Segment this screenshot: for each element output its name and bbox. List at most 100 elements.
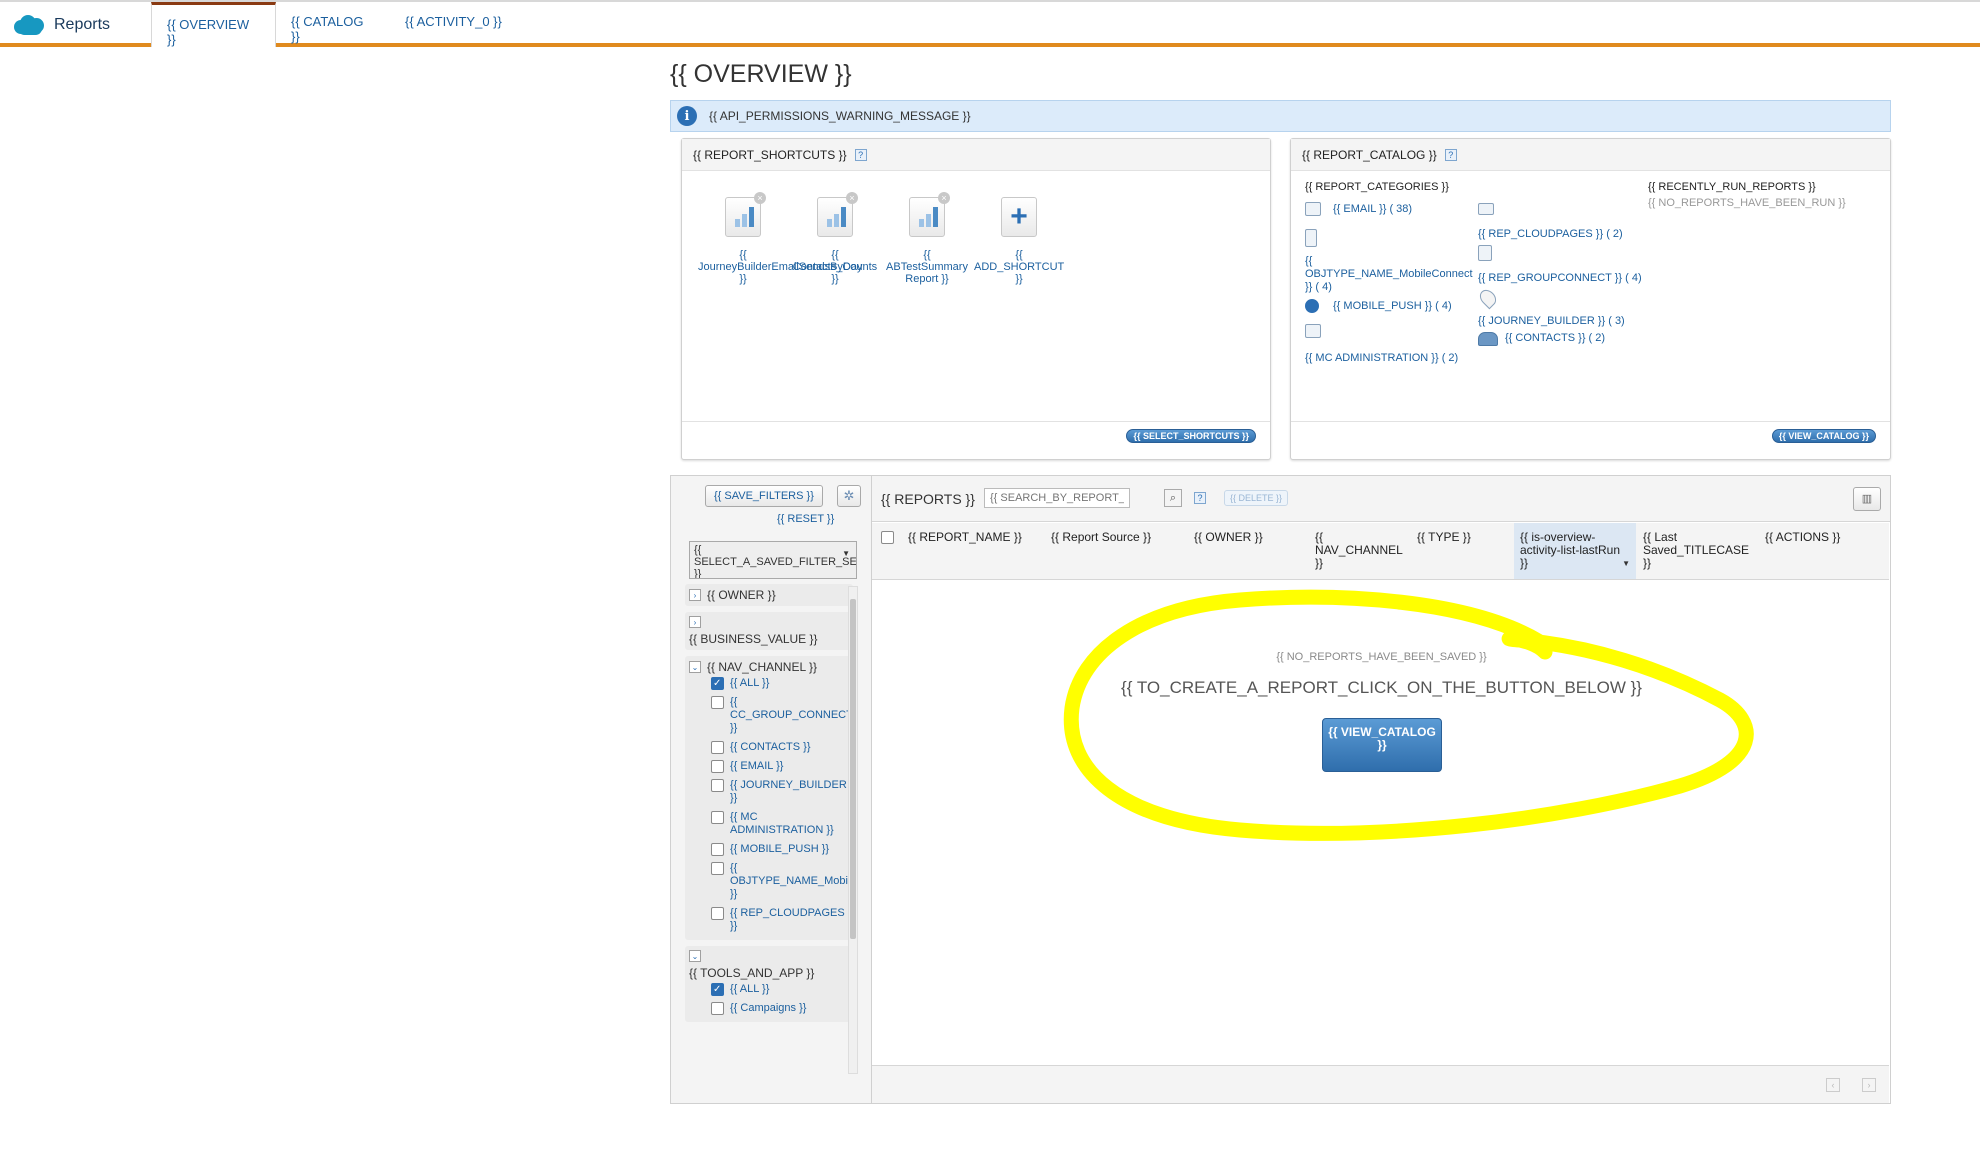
top-nav: Reports {{ OVERVIEW }} {{ CATALOG }} {{ … [0,0,1980,47]
col-last-saved[interactable]: {{ Last Saved_TITLECASE }} [1643,531,1755,570]
catalog-title: {{ REPORT_CATALOG }} [1302,147,1437,162]
checkbox[interactable] [711,843,724,856]
remove-shortcut-icon[interactable]: × [938,192,950,204]
checkbox[interactable] [711,862,724,875]
bar-chart-icon: × [817,192,858,237]
plus-icon: + [1001,197,1037,237]
filter-option: {{ ALL }} [730,983,770,995]
collapse-icon[interactable]: ⌄ [689,950,701,962]
shortcut-label: {{ ABTestSummary Report }} [886,249,968,285]
bar-chart-icon: × [725,192,766,237]
checkbox[interactable] [711,696,724,709]
help-icon[interactable]: ? [1194,492,1206,504]
pagination: ‹ › [872,1065,1889,1103]
col-type[interactable]: {{ TYPE }} [1417,531,1471,544]
checkbox[interactable] [711,811,724,824]
filter-group-nav-channel: ⌄ {{ NAV_CHANNEL }} {{ ALL }} {{ CC_GROUP… [685,656,853,940]
filter-option: {{ MC ADMINISTRATION }} [730,811,834,836]
shortcut-abtest-summary[interactable]: × {{ ABTestSummary Report }} [882,192,972,285]
save-filters-button[interactable]: {{ SAVE_FILTERS }} [705,485,823,507]
category-contacts[interactable]: {{ CONTACTS }} ( 2) [1505,332,1605,344]
recently-run-heading: {{ RECENTLY_RUN_REPORTS }} [1648,181,1816,193]
remove-shortcut-icon[interactable]: × [846,192,858,204]
filter-group-label: {{ TOOLS_AND_APP }} [689,966,815,980]
page-title: {{ OVERVIEW }} [670,60,852,88]
category-email[interactable]: {{ EMAIL }} ( 38) [1333,203,1412,215]
search-input[interactable] [984,488,1130,508]
checkbox[interactable] [711,1002,724,1015]
col-last-run[interactable]: {{ is-overview-activity-list-lastRun }} … [1514,523,1636,579]
expand-icon[interactable]: › [689,589,701,601]
tab-overview[interactable]: {{ OVERVIEW }} [151,2,276,47]
salesforce-cloud-icon [12,14,46,36]
search-icon[interactable]: ⌕ [1164,489,1182,507]
col-owner[interactable]: {{ OWNER }} [1194,531,1263,544]
col-actions[interactable]: {{ ACTIONS }} [1765,531,1845,544]
category-cloudpages[interactable]: {{ REP_CLOUDPAGES }} ( 2) [1478,228,1623,240]
report-shortcuts-panel: {{ REPORT_SHORTCUTS }} ? × {{ JourneyBui… [681,138,1271,460]
collapse-icon[interactable]: ⌄ [689,661,701,673]
filter-option: {{ CONTACTS }} [730,741,811,753]
table-header: {{ REPORT_NAME }} {{ Report Source }} {{… [872,523,1889,580]
col-report-name[interactable]: {{ REPORT_NAME }} [908,531,1022,544]
checkbox[interactable] [711,677,724,690]
shortcut-journey-builder[interactable]: × {{ JourneyBuilderEmailSendsByDay }} [698,192,862,285]
column-settings-icon[interactable]: ▥ [1853,487,1881,511]
reset-link[interactable]: {{ RESET }} [777,513,834,525]
shortcut-contacts-counts[interactable]: × {{ Contacts_Counts }} [790,192,880,285]
category-mobileconnect[interactable]: {{ OBJTYPE_NAME_MobileConnect }} ( 4) [1305,255,1475,294]
filter-list: › {{ OWNER }} › {{ BUSINESS_VALUE }} ⌄ {{ … [685,584,853,1074]
info-icon: i [677,106,697,126]
tab-activity[interactable]: {{ ACTIVITY_0 }} [390,2,520,45]
next-page-icon[interactable]: › [1862,1078,1876,1092]
checkbox[interactable] [711,779,724,792]
help-icon[interactable]: ? [1444,148,1457,161]
map-pin-icon [1476,286,1500,310]
shortcut-label: {{ Contacts_Counts }} [792,249,878,285]
no-reports-run: {{ NO_REPORTS_HAVE_BEEN_RUN }} [1648,197,1846,209]
reports-grid: {{ REPORTS }} ⌕ ? {{ DELETE }} ▥ {{ REPO… [871,476,1890,1103]
filter-sidebar: {{ SAVE_FILTERS }} ✲ {{ RESET }} {{ SELE… [671,476,871,1103]
view-catalog-small-button[interactable]: {{ VIEW_CATALOG }} [1771,429,1876,443]
prev-page-icon[interactable]: ‹ [1826,1078,1840,1092]
delete-button[interactable]: {{ DELETE }} [1224,490,1289,506]
tab-catalog[interactable]: {{ CATALOG }} [276,2,388,45]
col-nav-channel[interactable]: {{ NAV_CHANNEL }} [1315,531,1405,570]
filter-group-label: {{ BUSINESS_VALUE }} [689,632,818,646]
report-catalog-panel: {{ REPORT_CATALOG }} ? {{ REPORT_CATEGOR… [1290,138,1891,460]
category-groupconnect[interactable]: {{ REP_GROUPCONNECT }} ( 4) [1478,272,1642,284]
view-catalog-button[interactable]: {{ VIEW_CATALOG }} [1322,718,1442,772]
checkbox[interactable] [711,983,724,996]
saved-filter-select[interactable]: {{ SELECT_A_SAVED_FILTER_SET }} ▼ [689,541,857,579]
filter-scrollbar[interactable] [848,586,858,1074]
filter-option: {{ JOURNEY_BUILDER }} [730,779,847,804]
checkbox[interactable] [711,907,724,920]
link-icon [1478,245,1492,261]
api-warning-banner: i {{ API_PERMISSIONS_WARNING_MESSAGE }} [670,100,1891,132]
page-icon [1478,203,1494,215]
email-icon [1305,202,1321,216]
brand[interactable]: Reports [12,12,110,38]
checkbox[interactable] [711,741,724,754]
help-icon[interactable]: ? [854,148,867,161]
category-journey-builder[interactable]: {{ JOURNEY_BUILDER }} ( 3) [1478,315,1625,327]
saved-filter-value: {{ SELECT_A_SAVED_FILTER_SET }} [694,544,857,579]
category-mobile-push[interactable]: {{ MOBILE_PUSH }} ( 4) [1333,300,1452,312]
info-icon [1305,299,1319,313]
mobile-icon [1305,229,1317,247]
select-all-checkbox[interactable] [881,531,894,544]
expand-icon[interactable]: › [689,616,701,628]
filter-group-tools-and-app: ⌄ {{ TOOLS_AND_APP }} {{ ALL }} {{ Campa… [685,946,853,1022]
gear-icon[interactable]: ✲ [837,485,861,507]
select-shortcuts-button[interactable]: {{ SELECT_SHORTCUTS }} [1126,429,1256,443]
category-mc-administration[interactable]: {{ MC ADMINISTRATION }} ( 2) [1305,352,1458,364]
filter-group-owner: › {{ OWNER }} [685,584,853,606]
checkbox[interactable] [711,760,724,773]
create-report-instruction: {{ TO_CREATE_A_REPORT_CLICK_ON_THE_BUTTO… [1121,678,1642,697]
filter-option: {{ CC_GROUP_CONNECT }} [730,696,853,734]
shortcuts-title: {{ REPORT_SHORTCUTS }} [693,147,847,162]
col-report-source[interactable]: {{ Report Source }} [1051,531,1151,544]
people-icon [1478,332,1498,346]
remove-shortcut-icon[interactable]: × [754,192,766,204]
add-shortcut[interactable]: + {{ ADD_SHORTCUT }} [974,197,1064,285]
